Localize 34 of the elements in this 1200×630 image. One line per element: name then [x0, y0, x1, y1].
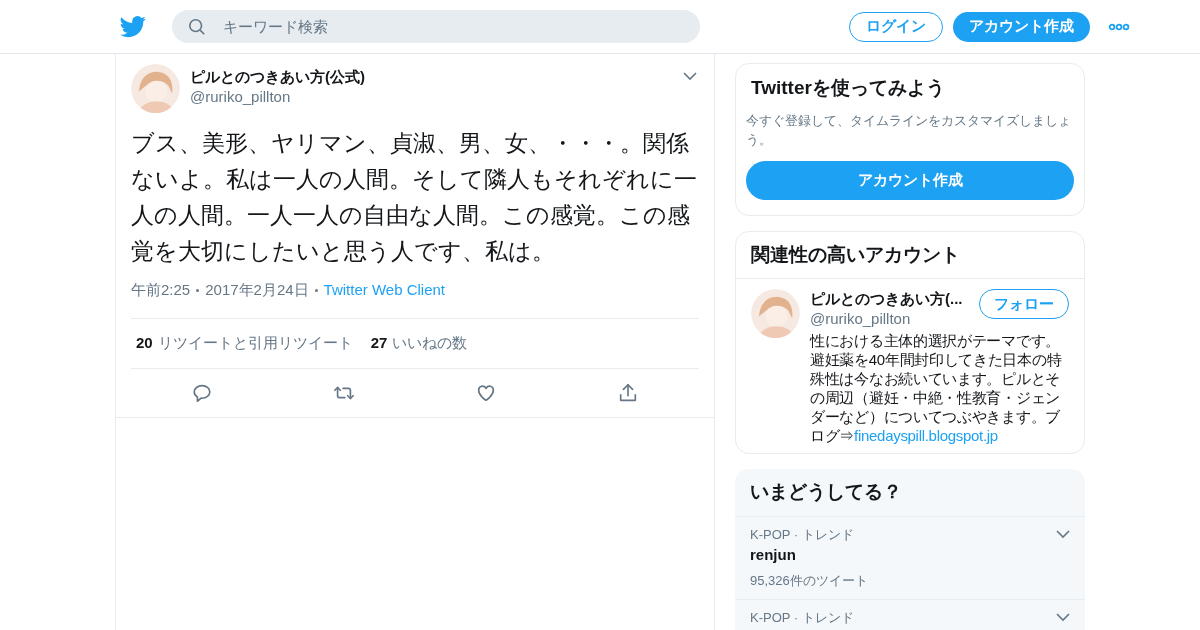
stat-link[interactable]: 20 リツイートと引用リツイート: [136, 331, 353, 355]
stat-link[interactable]: 27 いいねの数: [370, 331, 468, 355]
tweet-text: ブス、美形、ヤリマン、貞淑、男、女、・・・。関係ないよ。私は一人の人間。そして隣人もそれぞれに一人の人間。一人一人の自由な人間。この感覚。この感覚を大切にしたいと思う人です、私は。: [131, 129, 698, 266]
author-handle: @ruriko_pillton: [190, 87, 292, 107]
search-field[interactable]: キーワード検索: [172, 10, 700, 43]
client-link[interactable]: Twitter Web Client: [323, 279, 446, 302]
more-icon[interactable]: [1108, 22, 1130, 31]
share-icon[interactable]: [617, 381, 639, 404]
tweet-date: 2017年2月24日: [205, 280, 309, 300]
chevron-down-icon[interactable]: [1056, 613, 1070, 622]
tweet-time: 午前2:25: [131, 280, 191, 300]
account-name[interactable]: ピルとのつきあい方(...: [810, 289, 963, 309]
signup-button[interactable]: アカウント作成: [953, 11, 1090, 42]
dot-separator: [314, 288, 318, 292]
chevron-down-icon[interactable]: [683, 72, 697, 81]
avatar: [751, 289, 800, 338]
search-icon: [188, 18, 206, 36]
author-name[interactable]: ピルとのつきあい方(公式): [190, 67, 673, 87]
card-title: いまどうしてる？: [735, 469, 1085, 517]
trend-count: 95,326件のツイート: [750, 572, 869, 589]
card-text: 今すぐ登録して、タイムラインをカスタマイズしましょう。: [746, 111, 1072, 149]
trend-context: K-POP · トレンド: [750, 526, 854, 543]
dot-separator: [196, 288, 200, 292]
signup-button[interactable]: アカウント作成: [746, 160, 1074, 200]
chevron-down-icon[interactable]: [1056, 530, 1070, 539]
account-handle: @ruriko_pillton: [810, 309, 912, 329]
card-title: Twitterを使ってみよう: [750, 76, 946, 100]
account-bio: 性における主体的選択がテーマです。避妊薬を40年間封印してきた日本の特殊性は今なお続いています。ピルとその周辺（避妊・中絶・性教育・ジェンダーなど）についてつぶやきます。ブログ⇒finedayspill.blogspot.jp: [810, 331, 1063, 445]
avatar: [131, 64, 180, 113]
bird-logo-icon[interactable]: [120, 15, 146, 38]
blog-link[interactable]: finedayspill.blogspot.jp: [854, 427, 998, 444]
card-title: 関連性の高いアカウント: [736, 231, 1084, 279]
trend-context: K-POP · トレンド: [750, 609, 854, 626]
trend-name[interactable]: renjun: [750, 544, 1070, 565]
